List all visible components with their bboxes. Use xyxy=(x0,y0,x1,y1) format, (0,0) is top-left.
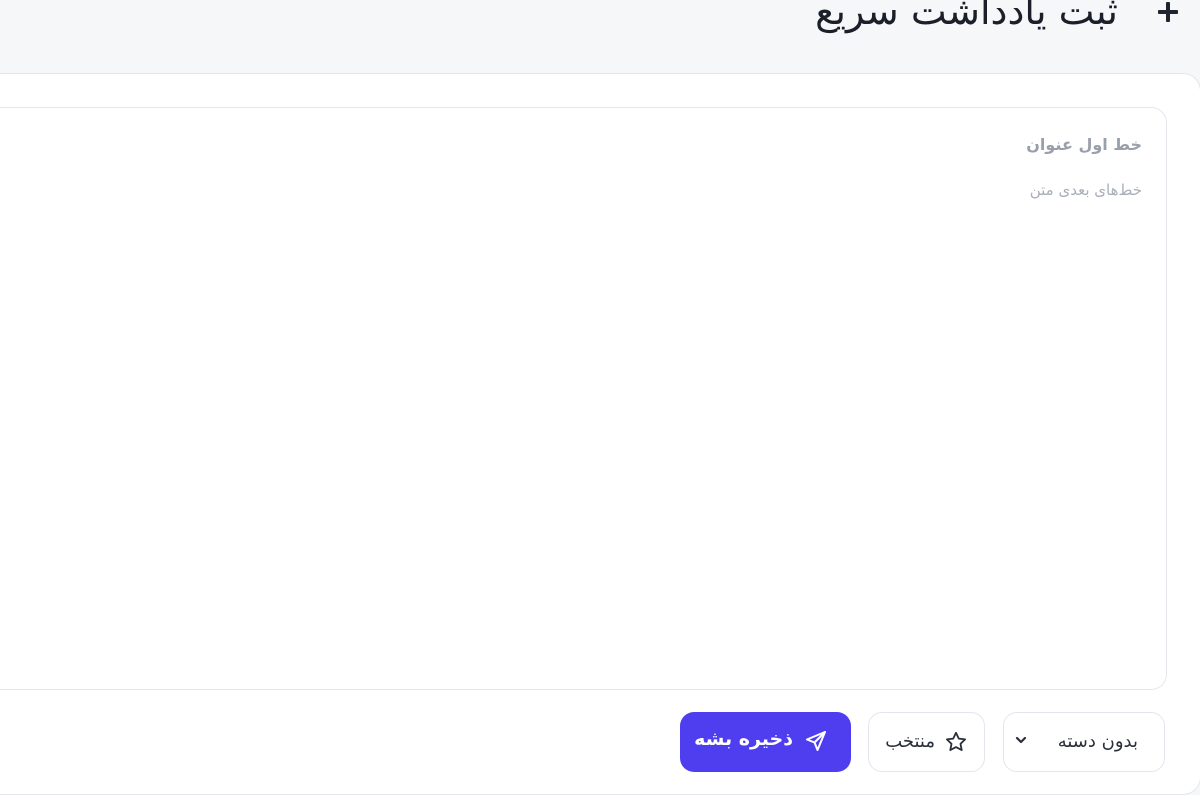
favorite-label: منتخب xyxy=(885,731,935,752)
category-select-value: بدون دسته xyxy=(1057,731,1138,752)
page-header: ثبت یادداشت سریع xyxy=(0,0,1200,73)
chevron-down-icon xyxy=(1015,736,1027,744)
favorite-button[interactable]: منتخب xyxy=(868,712,985,772)
plus-icon[interactable] xyxy=(1158,2,1178,22)
page-title: ثبت یادداشت سریع xyxy=(815,0,1118,33)
category-select[interactable]: بدون دسته xyxy=(1003,712,1165,772)
note-editor[interactable]: خط اول عنوان خط‌های بعدی متن xyxy=(0,107,1167,690)
editor-body-placeholder: خط‌های بعدی متن xyxy=(1029,181,1142,199)
star-icon xyxy=(946,731,966,751)
save-button-label: ذخیره بشه xyxy=(694,728,793,750)
send-icon xyxy=(806,731,826,751)
save-button[interactable]: ذخیره بشه xyxy=(680,712,851,772)
editor-title-placeholder: خط اول عنوان xyxy=(1026,135,1142,154)
